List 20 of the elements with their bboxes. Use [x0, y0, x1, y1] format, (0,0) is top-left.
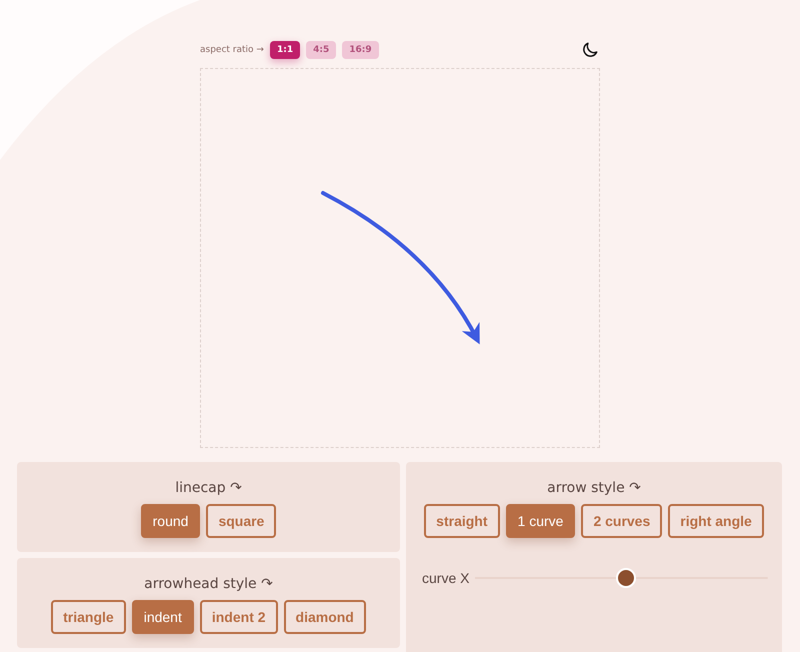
aspect-ratio-button[interactable]: 16:9 — [342, 41, 379, 59]
option-button[interactable]: 2 curves — [581, 504, 662, 538]
aspect-ratio-button[interactable]: 4:5 — [306, 41, 336, 59]
aspect-ratio-label: aspect ratio → — [200, 45, 264, 55]
slider-thumb[interactable] — [616, 568, 636, 588]
aspect-ratio-button[interactable]: 1:1 — [270, 41, 300, 59]
panel-title: arrow style ↷ — [547, 480, 641, 496]
option-button[interactable]: triangle — [51, 600, 126, 634]
slider-label: curve X — [422, 570, 470, 586]
option-button[interactable]: diamond — [284, 600, 366, 634]
option-button[interactable]: straight — [424, 504, 500, 538]
option-button[interactable]: 1 curve — [506, 504, 576, 538]
panel-title: linecap ↷ — [175, 480, 242, 496]
option-button[interactable]: indent 2 — [200, 600, 278, 634]
option-button[interactable]: indent — [132, 600, 194, 634]
option-button[interactable]: round — [140, 504, 200, 538]
option-button[interactable]: square — [206, 504, 276, 538]
option-button[interactable]: right angle — [668, 504, 764, 538]
panel-title: arrowhead style ↷ — [144, 576, 273, 592]
moon-icon[interactable] — [580, 40, 600, 60]
